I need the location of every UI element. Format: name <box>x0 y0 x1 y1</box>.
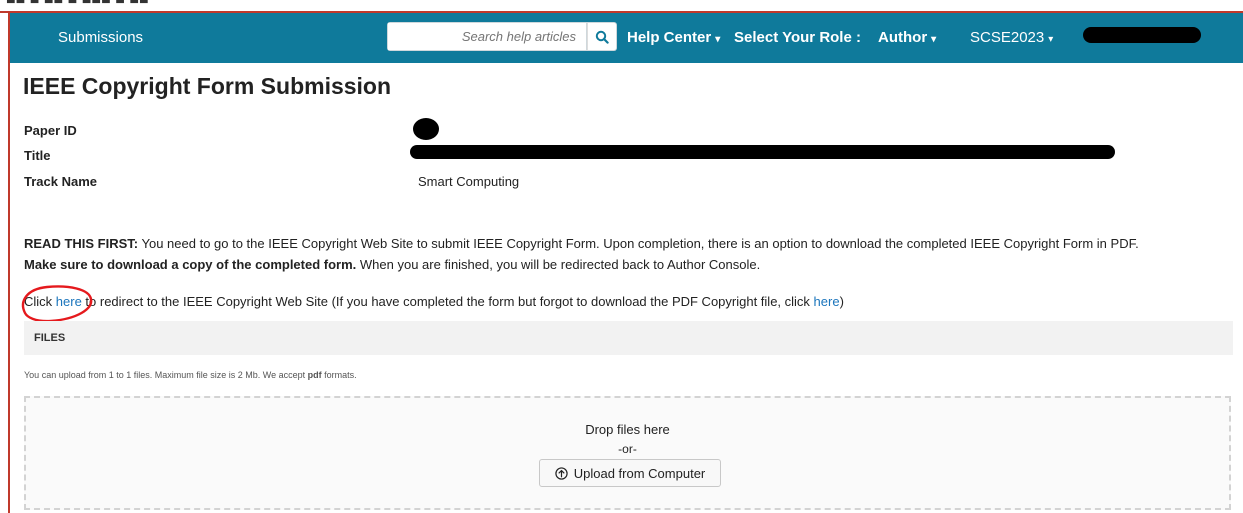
upload-button-label: Upload from Computer <box>573 465 706 481</box>
search-input[interactable] <box>388 23 586 50</box>
track-name-label: Track Name <box>24 174 97 189</box>
notice-text: You need to go to the IEEE Copyright Web… <box>138 236 1139 251</box>
notice-lead: READ THIS FIRST: <box>24 236 139 251</box>
nav-submissions-link[interactable]: Submissions <box>58 29 143 46</box>
track-name-value: Smart Computing <box>418 174 520 189</box>
paper-id-label: Paper ID <box>24 123 77 138</box>
read-first-notice: READ THIS FIRST: You need to go to the I… <box>24 233 1229 275</box>
files-section-header: FILES <box>24 321 1233 355</box>
drop-files-text: Drop files here <box>585 422 670 437</box>
select-role-label: Select Your Role : <box>734 29 861 46</box>
download-pdf-link[interactable]: here <box>814 294 840 309</box>
upload-note-suffix: formats. <box>321 370 357 380</box>
redirect-middle: to redirect to the IEEE Copyright Web Si… <box>81 294 814 309</box>
ieee-copyright-link[interactable]: here <box>56 294 82 309</box>
top-navbar: Submissions Help Center▾ Select Your Rol… <box>10 13 1243 63</box>
conference-label: SCSE2023 <box>970 29 1045 46</box>
file-dropzone[interactable]: Drop files here -or- Upload from Compute… <box>24 396 1231 510</box>
notice-download-warning: Make sure to download a copy of the comp… <box>24 257 357 272</box>
chevron-down-icon: ▾ <box>931 34 937 45</box>
upload-note-text: You can upload from 1 to 1 files. Maximu… <box>24 370 308 380</box>
redirect-prefix: Click <box>24 294 56 309</box>
upload-limits-note: You can upload from 1 to 1 files. Maximu… <box>24 370 357 380</box>
conference-menu[interactable]: SCSE2023 ▾ <box>970 29 1053 46</box>
redacted-title <box>410 145 1115 159</box>
redirect-suffix: ) <box>839 294 844 309</box>
page-title: IEEE Copyright Form Submission <box>23 73 392 99</box>
upload-circle-icon <box>555 466 568 480</box>
title-label: Title <box>24 148 51 163</box>
search-box[interactable] <box>387 22 587 51</box>
role-menu[interactable]: Author ▾ <box>878 29 936 46</box>
upload-from-computer-button[interactable]: Upload from Computer <box>539 459 721 487</box>
search-button[interactable] <box>587 22 617 51</box>
help-center-menu[interactable]: Help Center ▾ <box>627 29 720 46</box>
annotation-frame-left <box>8 13 10 513</box>
chevron-down-icon: ▾ <box>715 34 721 45</box>
search-icon <box>595 30 609 44</box>
chevron-down-icon: ▾ <box>1048 34 1054 45</box>
redacted-paper-id <box>413 118 439 140</box>
help-center-label: Help Center <box>627 29 712 46</box>
redirect-line: Click here to redirect to the IEEE Copyr… <box>24 294 844 309</box>
redacted-user-menu[interactable] <box>1083 27 1201 43</box>
notice-redirect-text: When you are finished, you will be redir… <box>356 257 761 272</box>
role-label: Author <box>878 29 928 46</box>
or-text: -or- <box>618 442 637 456</box>
upload-note-format: pdf <box>307 370 322 380</box>
